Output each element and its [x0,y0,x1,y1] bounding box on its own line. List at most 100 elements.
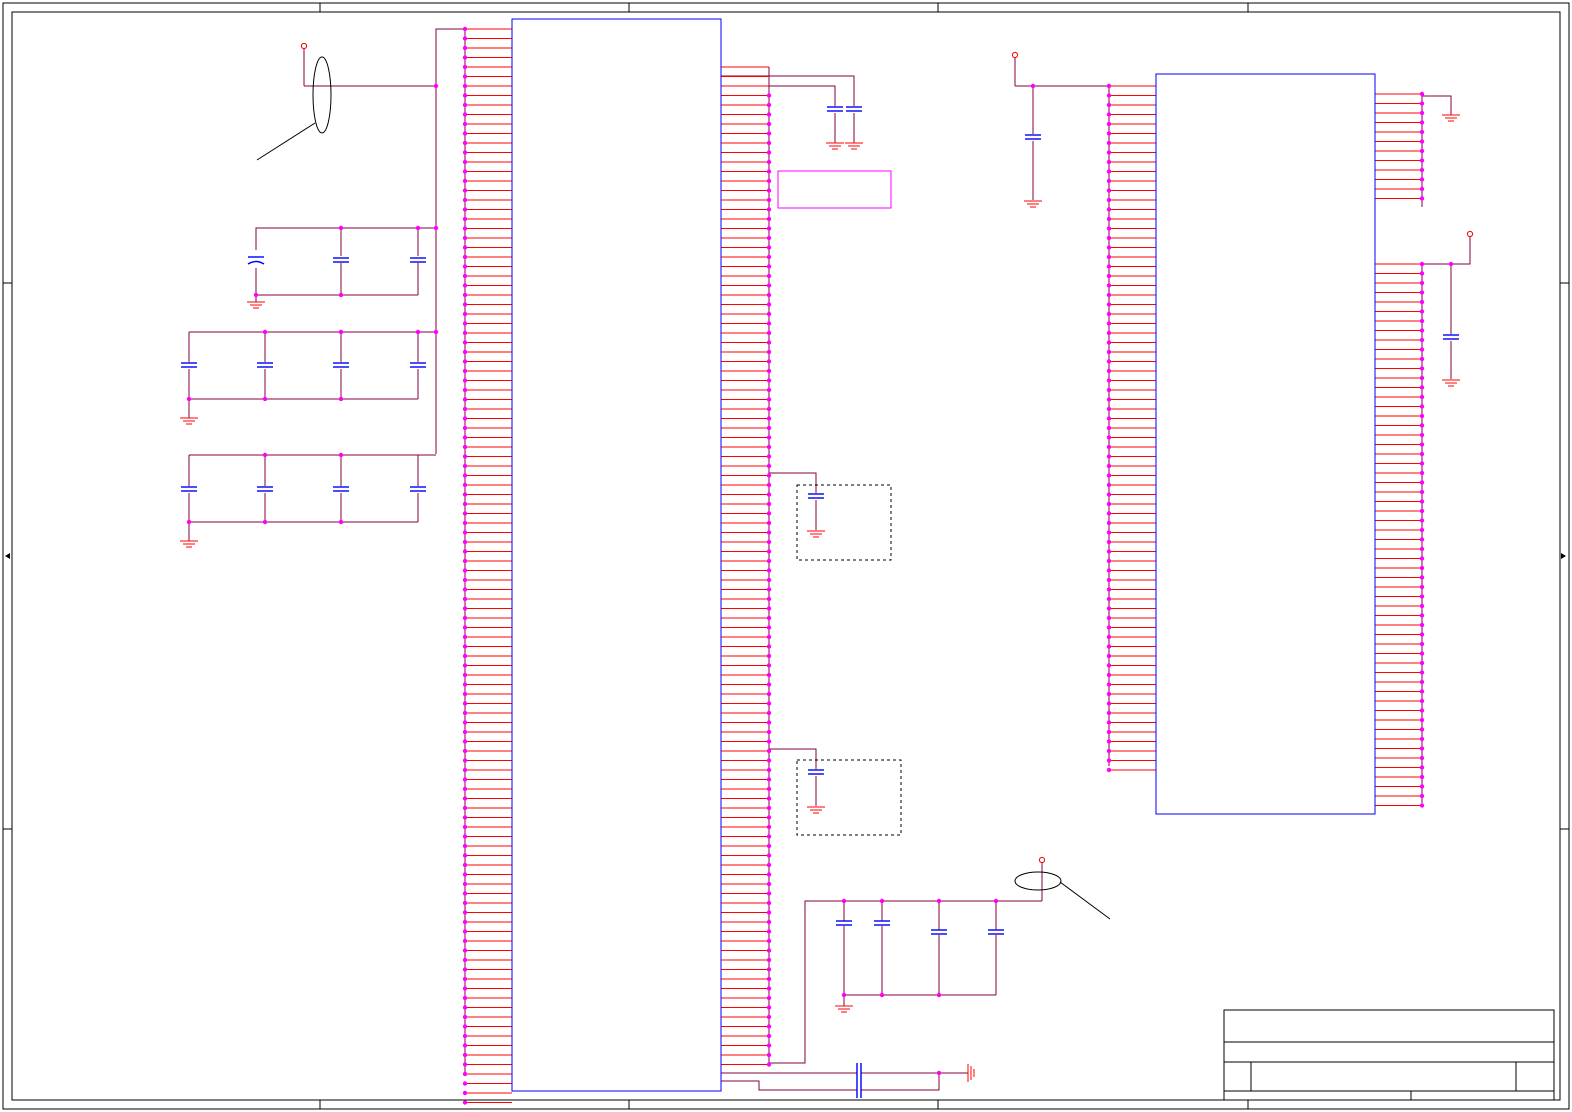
junction-dot-icon [766,264,772,269]
junction-dot-icon [462,1071,468,1077]
junction-dot-icon [462,140,468,146]
junction-dot-icon [766,311,772,317]
junction-dot-icon [766,235,772,241]
junction-dot-icon [462,701,468,706]
junction-dot-icon [766,492,772,497]
junction-dot-icon [879,992,885,998]
junction-dot-icon [1030,83,1036,89]
component-layer [180,18,1474,1098]
junction-dot-icon [1106,321,1112,326]
junction-dot-icon [1419,347,1425,352]
junction-dot-icon [462,938,468,944]
junction-dot-icon [462,1005,468,1010]
junction-dot-icon [1106,368,1112,374]
junction-dot-icon [462,1024,468,1029]
junction-dot-icon [462,824,468,830]
junction-dot-icon [462,900,468,906]
junction-dot-icon [262,519,268,525]
junction-dot-icon [1419,328,1425,333]
junction-dot-icon [766,748,772,754]
junction-dot-icon [766,625,772,630]
junction-dot-icon [1419,196,1425,201]
junction-dot-icon [462,1043,468,1048]
junction-dot-icon [1419,280,1425,286]
callout-leader [1059,881,1111,920]
junction-dot-icon [462,178,468,184]
junction-dot-icon [462,83,468,89]
junction-dot-icon [766,435,772,440]
junction-dot-icon [766,112,772,117]
junction-dot-icon [462,93,468,98]
junction-dot-icon [766,207,772,212]
junction-dot-icon [1419,480,1425,485]
junction-dot-icon [462,881,468,887]
junction-dot-icon [262,396,268,402]
junction-dot-icon [462,720,468,725]
junction-dot-icon [766,596,772,602]
junction-dot-icon [766,1005,772,1010]
vref-wire [721,75,855,106]
junction-dot-icon [766,948,772,953]
junction-dot-icon [1106,216,1112,222]
junction-dot-icon [766,758,772,763]
junction-dot-icon [1419,423,1425,428]
junction-dot-icon [1419,499,1425,504]
junction-dot-icon [766,577,772,583]
junction-dot-icon [1106,615,1112,621]
junction-dot-icon [1106,653,1112,659]
junction-dot-icon [462,625,468,630]
junction-dot-icon [1106,634,1112,640]
clk-wire [861,1073,940,1091]
junction-dot-icon [1106,691,1112,697]
junction-dot-icon [1419,489,1425,495]
junction-dot-icon [462,36,468,41]
junction-dot-icon [766,672,772,678]
junction-dot-icon [1419,120,1425,125]
junction-dot-icon [1419,356,1425,362]
junction-dot-icon [766,416,772,421]
junction-dot-icon [766,520,772,526]
decoupling-wire [255,268,418,296]
junction-dot-icon [766,482,772,488]
junction-dot-icon [1419,508,1425,514]
junction-dot-icon [1419,101,1425,106]
junction-dot-icon [1106,644,1112,649]
junction-dot-icon [1106,302,1112,307]
junction-dot-icon [253,292,259,298]
junction-dot-icon [462,957,468,963]
junction-dot-icon [462,796,468,801]
junction-dot-icon [462,378,468,383]
junction-dot-icon [415,329,421,335]
junction-dot-icon [433,225,439,231]
junction-dot-icon [766,691,772,697]
junction-dot-icon [462,235,468,241]
junction-dot-icon [1419,309,1425,314]
junction-dot-icon [462,948,468,953]
junction-dot-icon [766,739,772,744]
junction-dot-icon [1419,129,1425,135]
junction-dot-icon [1106,473,1112,478]
junction-dot-icon [462,416,468,421]
junction-dot-icon [338,225,344,231]
title-block [1223,1009,1555,1101]
junction-dot-icon [1419,603,1425,609]
junction-dot-icon [462,995,468,1001]
junction-dot-icon [1419,527,1425,533]
junction-dot-icon [1419,186,1425,192]
junction-dot-icon [766,891,772,896]
junction-dot-icon [766,330,772,336]
junction-dot-icon [766,1052,772,1058]
junction-dot-icon [1419,271,1425,276]
sheet-border-inner [11,11,1561,1101]
junction-dot-icon [1106,672,1112,678]
junction-dot-icon [462,463,468,469]
junction-dot-icon [766,729,772,735]
junction-dot-icon [766,473,772,478]
junction-dot-icon [1419,793,1425,799]
junction-dot-icon [1419,565,1425,571]
junction-dot-icon [1419,641,1425,647]
junction-dot-icon [766,302,772,307]
junction-dot-icon [879,898,885,904]
junction-dot-icon [766,406,772,412]
junction-dot-icon [462,26,468,32]
